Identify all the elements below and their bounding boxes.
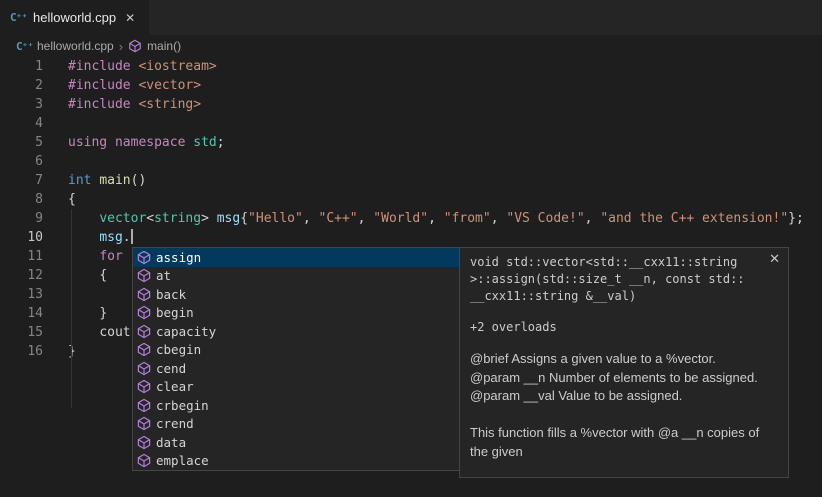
docs-text: @brief Assigns a given value to a %vecto… [470,350,778,461]
breadcrumb: C⁺⁺ helloworld.cpp › main() [0,35,822,57]
text-cursor [131,229,133,244]
suggest-item-at[interactable]: at [133,267,459,286]
method-icon [136,305,152,320]
suggest-item-capacity[interactable]: capacity [133,322,459,341]
line-code: #include <string> [68,95,201,114]
suggest-docs-panel[interactable]: ✕ void std::vector<std::__cxx11::string>… [459,247,789,478]
line-number: 13 [0,285,43,304]
line-number: 11 [0,247,43,266]
line-code: } [68,304,107,323]
code-line[interactable]: 1 #include <iostream> [0,57,822,76]
line-number: 8 [0,190,43,209]
suggest-item-label: begin [156,305,194,320]
line-number: 14 [0,304,43,323]
line-code: int main() [68,171,146,190]
line-number: 3 [0,95,43,114]
method-icon [128,39,142,53]
suggest-item-back[interactable]: back [133,285,459,304]
line-number: 6 [0,152,43,171]
tab-bar: C⁺⁺ helloworld.cpp ✕ [0,0,822,35]
code-line[interactable]: 8{ [0,190,822,209]
suggest-item-label: at [156,268,171,283]
method-icon [136,379,152,394]
suggest-item-clear[interactable]: clear [133,378,459,397]
code-line[interactable]: 3 #include <string> [0,95,822,114]
suggest-widget: assign at back begin capacity cbegin cend clear… [132,247,789,478]
suggest-item-assign[interactable]: assign [133,248,459,267]
method-icon [136,342,152,357]
close-icon[interactable]: ✕ [769,251,780,267]
code-line[interactable]: 5 using namespace std; [0,133,822,152]
line-number: 7 [0,171,43,190]
indent-guide [71,209,72,408]
method-icon [136,398,152,413]
cpp-file-icon: C⁺⁺ [16,40,32,53]
method-icon [136,250,152,265]
suggest-item-crbegin[interactable]: crbegin [133,396,459,415]
breadcrumb-file[interactable]: helloworld.cpp [37,39,114,53]
line-number: 4 [0,114,43,133]
suggest-item-label: crbegin [156,398,209,413]
line-code: for [68,247,123,266]
suggest-item-label: clear [156,379,194,394]
line-number: 1 [0,57,43,76]
suggest-item-label: assign [156,250,201,265]
line-number: 9 [0,209,43,228]
suggest-list[interactable]: assign at back begin capacity cbegin cend clear… [132,247,460,471]
line-number: 2 [0,76,43,95]
line-number: 12 [0,266,43,285]
suggest-item-cend[interactable]: cend [133,359,459,378]
suggest-item-label: data [156,435,186,450]
line-number: 5 [0,133,43,152]
line-number: 15 [0,323,43,342]
line-number: 10 [0,228,43,247]
code-line[interactable]: 7 int main() [0,171,822,190]
line-code: vector<string> msg{"Hello", "C++", "Worl… [68,209,804,228]
line-code: #include <vector> [68,76,201,95]
suggest-item-label: crend [156,416,194,431]
suggest-item-begin[interactable]: begin [133,304,459,323]
line-code: { [68,266,107,285]
docs-overloads: +2 overloads [470,320,778,334]
suggest-item-data[interactable]: data [133,433,459,452]
line-number: 16 [0,342,43,361]
method-icon [136,268,152,283]
line-code: msg. [68,228,133,247]
suggest-item-cbegin[interactable]: cbegin [133,341,459,360]
suggest-item-label: capacity [156,324,216,339]
method-icon [136,287,152,302]
method-icon [136,416,152,431]
code-line[interactable]: 9 vector<string> msg{"Hello", "C++", "Wo… [0,209,822,228]
code-line[interactable]: 2 #include <vector> [0,76,822,95]
cpp-file-icon: C⁺⁺ [10,11,26,24]
code-line[interactable]: 10 msg. [0,228,822,247]
tab-close-icon[interactable]: ✕ [123,10,137,26]
method-icon [136,435,152,450]
suggest-item-label: cbegin [156,342,201,357]
suggest-item-crend[interactable]: crend [133,415,459,434]
method-icon [136,324,152,339]
vscode-window: C⁺⁺ helloworld.cpp ✕ C⁺⁺ helloworld.cpp … [0,0,822,497]
code-line[interactable]: 4 [0,114,822,133]
method-icon [136,361,152,376]
tab-title: helloworld.cpp [33,10,116,25]
breadcrumb-symbol[interactable]: main() [147,39,181,53]
suggest-item-emplace[interactable]: emplace [133,452,459,471]
line-code: cout [68,323,131,342]
suggest-item-label: cend [156,361,186,376]
docs-signature: void std::vector<std::__cxx11::string>::… [470,254,778,305]
tab-helloworld-cpp[interactable]: C⁺⁺ helloworld.cpp ✕ [0,0,149,35]
line-code: #include <iostream> [68,57,217,76]
suggest-item-label: back [156,287,186,302]
line-code: using namespace std; [68,133,225,152]
line-code: { [68,190,76,209]
method-icon [136,453,152,468]
chevron-right-icon: › [119,39,123,54]
suggest-item-label: emplace [156,453,209,468]
code-line[interactable]: 6 [0,152,822,171]
